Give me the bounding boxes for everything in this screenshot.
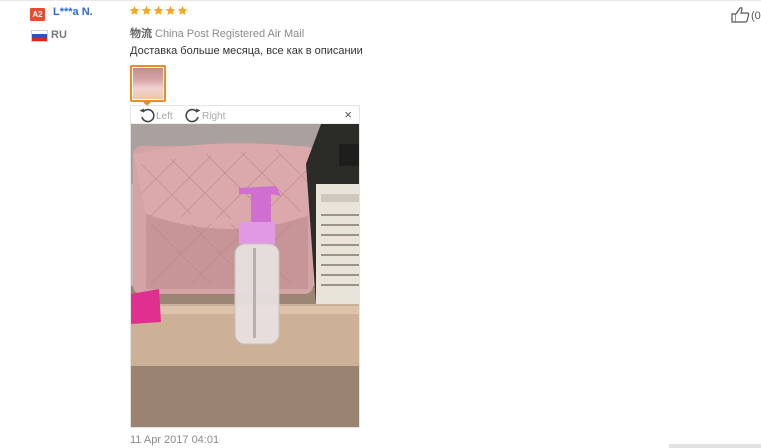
review-photo: [131, 124, 359, 427]
top-divider: [0, 0, 761, 1]
shipping-label: 物流: [130, 28, 152, 40]
review-photo-thumbnail[interactable]: [130, 65, 166, 102]
star-icon: [141, 5, 152, 15]
helpful-button[interactable]: (0: [731, 6, 761, 26]
star-rating: [129, 5, 188, 21]
shipping-info: 物流 China Post Registered Air Mail: [130, 25, 304, 41]
image-viewer: Left Right ×: [130, 105, 360, 428]
star-icon: [129, 5, 140, 15]
horizontal-scrollbar[interactable]: [669, 444, 761, 448]
close-icon[interactable]: ×: [344, 107, 352, 122]
image-viewer-toolbar: Left Right ×: [131, 106, 359, 124]
rotate-left-label: Left: [156, 111, 173, 122]
review-date: 11 Apr 2017 04:01: [130, 434, 220, 446]
rotate-right-label: Right: [202, 111, 226, 122]
review-text: Доставка больше месяца, все как в описан…: [130, 45, 363, 57]
star-icon: [153, 5, 164, 15]
thumbnail-image: [133, 68, 163, 99]
buyer-country: RU: [51, 29, 67, 41]
helpful-count: (0: [751, 10, 761, 22]
russia-flag-icon: [31, 30, 48, 42]
star-icon: [177, 5, 188, 15]
buyer-level-badge: A2: [30, 8, 45, 21]
buyer-name-link[interactable]: L***a N.: [53, 6, 93, 18]
thumbs-up-icon: [731, 6, 751, 26]
shipping-method: China Post Registered Air Mail: [155, 28, 305, 40]
star-icon: [165, 5, 176, 15]
